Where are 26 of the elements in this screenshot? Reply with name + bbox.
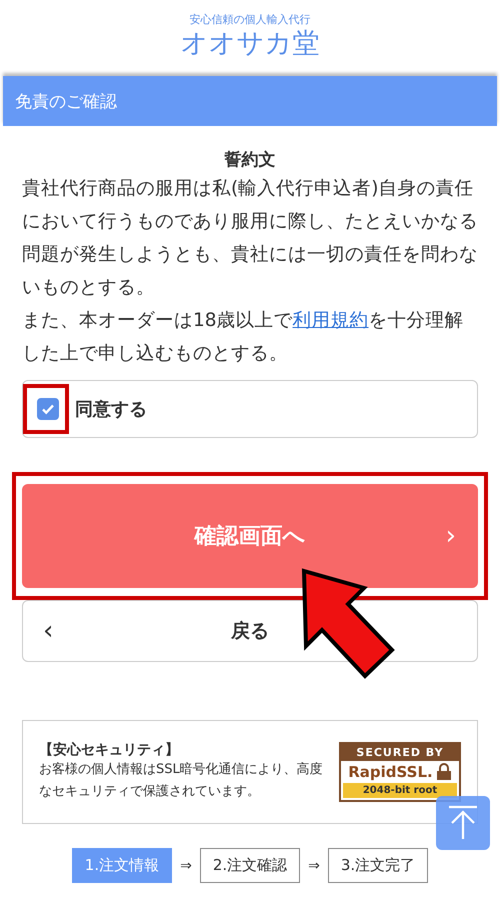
step-arrow: ⇒ <box>308 858 320 874</box>
terms-link[interactable]: 利用規約 <box>292 310 369 331</box>
padlock-icon <box>436 763 452 781</box>
pledge-title: 誓約文 <box>223 149 276 172</box>
security-text: お客様の個人情報はSSL暗号化通信により、高度なセキュリティで保護されています。 <box>39 761 324 801</box>
security-title: 【安心セキュリティ】 <box>39 741 180 759</box>
highlight-frame <box>23 384 69 434</box>
tagline: 安心信頼の個人輸入代行 <box>190 12 310 27</box>
pledge-paragraph: 貴社代行商品の服用は私(輸入代行申込者)自身の責任において行うものであり服用に際し、たとえいかなる問題が発生しようとも、貴社には一切の責任を問わないものとする。 <box>22 177 478 300</box>
section-title: 免責のご確認 <box>3 76 497 126</box>
step-arrow: ⇒ <box>180 858 192 874</box>
agree-checkbox[interactable] <box>37 398 59 420</box>
chevron-right-icon: › <box>446 521 456 551</box>
chevron-left-icon: ‹ <box>43 616 54 646</box>
badge-brand: RapidSSL. <box>348 763 433 781</box>
badge-caption: 2048-bit root <box>343 783 457 798</box>
confirm-button[interactable]: 確認画面へ › <box>22 484 478 588</box>
step-label: 2.注文確認 <box>200 848 300 883</box>
agree-label: 同意する <box>75 398 147 421</box>
step-label: 3.注文完了 <box>328 848 428 883</box>
pledge-paragraph: また、本オーダーは18歳以上で利用規約を十分理解した上で申し込むものとする。 <box>22 309 465 366</box>
arrow-up-icon <box>446 805 480 841</box>
badge-caption: SECURED BY <box>341 744 459 761</box>
back-to-top-button[interactable] <box>436 796 490 850</box>
step-label: 1.注文情報 <box>72 848 172 883</box>
logo[interactable]: オオサカ堂 <box>180 27 320 61</box>
